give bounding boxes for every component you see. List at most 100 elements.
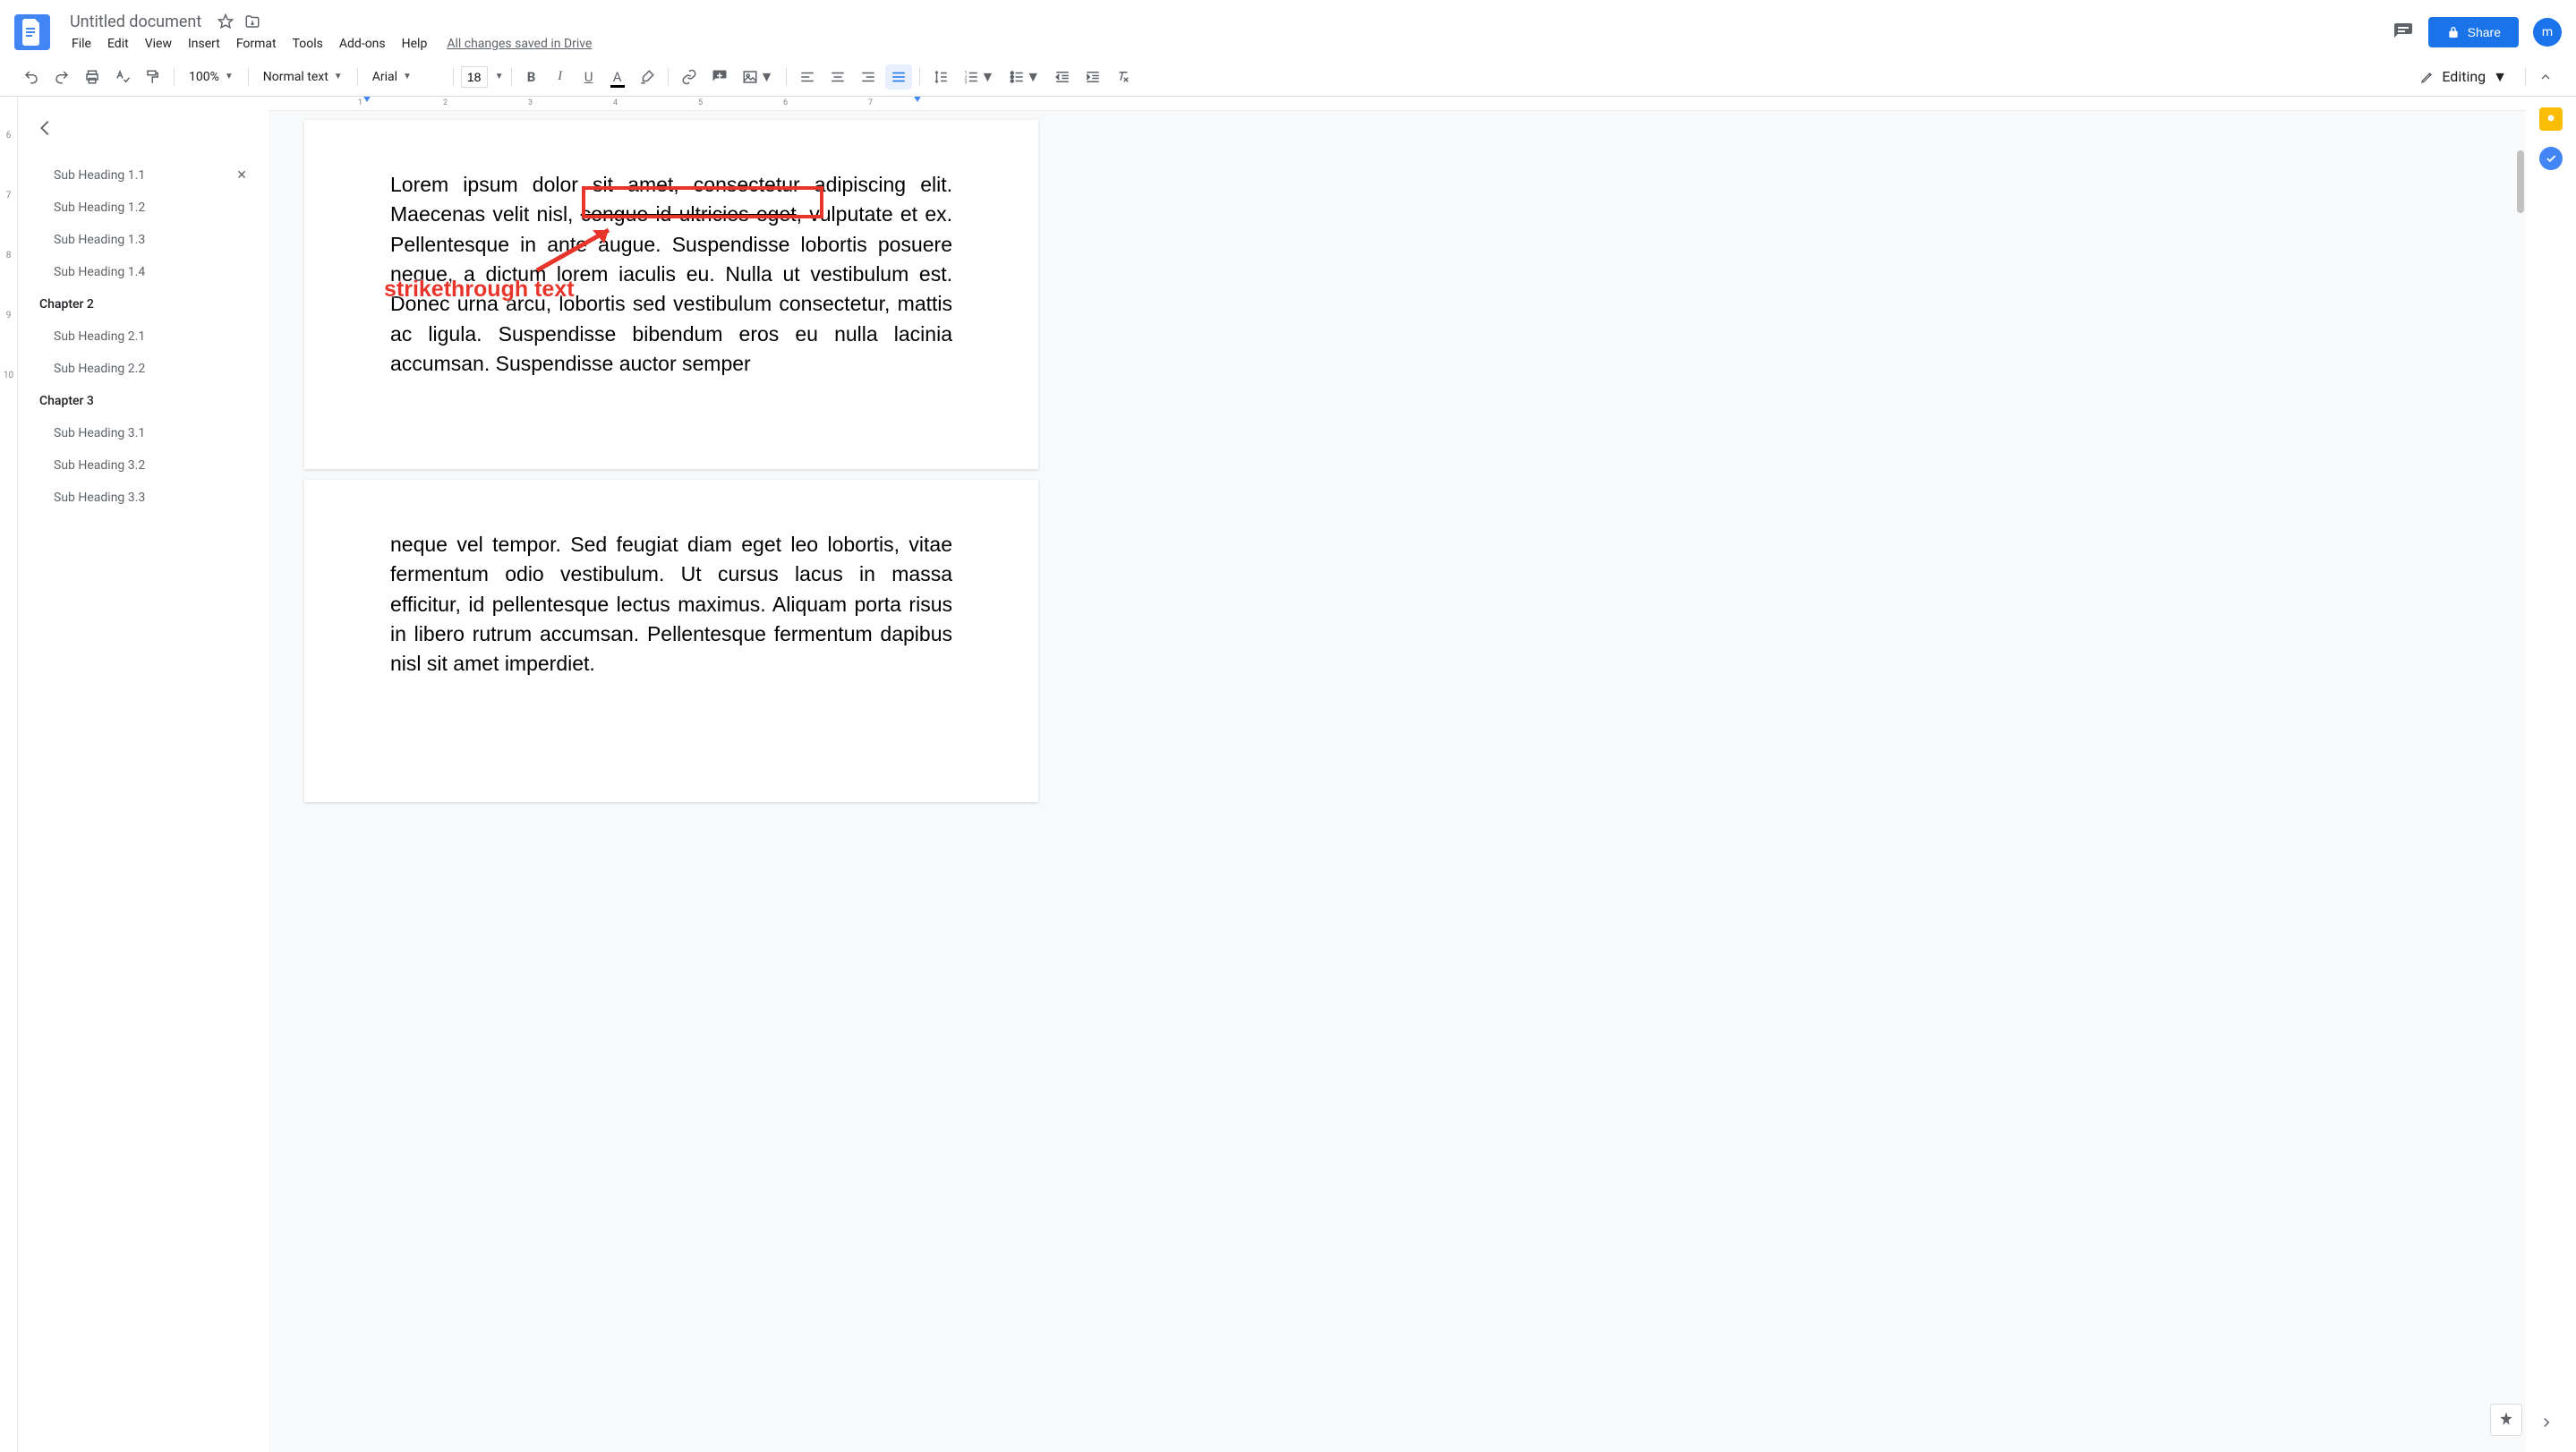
editing-mode-select[interactable]: Editing ▼ bbox=[2410, 63, 2518, 91]
line-spacing-icon[interactable] bbox=[927, 64, 954, 90]
page[interactable]: neque vel tempor. Sed feugiat diam eget … bbox=[304, 480, 1038, 802]
toolbar-separator bbox=[174, 68, 175, 86]
scrollbar-thumb[interactable] bbox=[2517, 150, 2524, 213]
editing-mode-label: Editing bbox=[2442, 68, 2486, 85]
menu-view[interactable]: View bbox=[138, 33, 179, 55]
menu-help[interactable]: Help bbox=[395, 33, 435, 55]
outline-item-label: Sub Heading 2.1 bbox=[54, 329, 145, 344]
outline-back-icon[interactable] bbox=[32, 115, 59, 141]
decrease-indent-icon[interactable] bbox=[1049, 64, 1076, 90]
image-icon[interactable]: ▼ bbox=[737, 64, 780, 90]
outline-chapter[interactable]: Chapter 2✕ bbox=[32, 288, 254, 320]
menu-bar: File Edit View Insert Format Tools Add-o… bbox=[64, 33, 2393, 55]
avatar[interactable]: m bbox=[2533, 18, 2562, 47]
outline-item-label: Chapter 3 bbox=[39, 394, 94, 408]
align-center-icon[interactable] bbox=[824, 64, 851, 90]
outline-item-label: Chapter 2 bbox=[39, 297, 94, 312]
pencil-icon bbox=[2420, 70, 2435, 84]
outline-subheading[interactable]: Sub Heading 1.4✕ bbox=[32, 256, 254, 288]
clear-formatting-icon[interactable] bbox=[1110, 64, 1137, 90]
comments-icon[interactable] bbox=[2393, 21, 2414, 43]
outline-item-label: Sub Heading 2.2 bbox=[54, 362, 145, 376]
menu-insert[interactable]: Insert bbox=[181, 33, 227, 55]
chevron-down-icon: ▼ bbox=[225, 72, 234, 81]
tasks-icon[interactable] bbox=[2539, 147, 2563, 170]
outline-item-label: Sub Heading 3.2 bbox=[54, 458, 145, 473]
toolbar-separator bbox=[511, 68, 512, 86]
rail-toggle-icon[interactable] bbox=[2533, 1409, 2560, 1436]
print-icon[interactable] bbox=[79, 64, 106, 90]
keep-icon[interactable] bbox=[2539, 107, 2563, 131]
lock-icon bbox=[2446, 25, 2461, 39]
align-justify-icon[interactable] bbox=[885, 64, 912, 90]
toolbar: 100%▼ Normal text▼ Arial▼ ▼ B I U A ▼ 12… bbox=[0, 57, 2576, 97]
bulleted-list-icon[interactable]: ▼ bbox=[1003, 64, 1045, 90]
star-icon[interactable] bbox=[218, 13, 234, 30]
outline-subheading[interactable]: Sub Heading 1.1✕ bbox=[32, 159, 254, 192]
spellcheck-icon[interactable] bbox=[109, 64, 136, 90]
header-right: Share m bbox=[2393, 17, 2562, 47]
paragraph[interactable]: neque vel tempor. Sed feugiat diam eget … bbox=[390, 530, 952, 679]
indent-right-marker[interactable] bbox=[913, 102, 922, 111]
outline-subheading[interactable]: Sub Heading 2.2✕ bbox=[32, 353, 254, 385]
toolbar-separator bbox=[919, 68, 920, 86]
paragraph[interactable]: Lorem ipsum dolor sit amet, consectetur … bbox=[390, 170, 952, 379]
menu-tools[interactable]: Tools bbox=[286, 33, 330, 55]
toolbar-separator bbox=[668, 68, 669, 86]
toolbar-separator bbox=[248, 68, 249, 86]
menu-addons[interactable]: Add-ons bbox=[332, 33, 393, 55]
outline-subheading[interactable]: Sub Heading 3.2✕ bbox=[32, 449, 254, 482]
increase-indent-icon[interactable] bbox=[1079, 64, 1106, 90]
chevron-down-icon: ▼ bbox=[980, 68, 994, 86]
outline-subheading[interactable]: Sub Heading 3.1✕ bbox=[32, 417, 254, 449]
page[interactable]: Lorem ipsum dolor sit amet, consectetur … bbox=[304, 120, 1038, 469]
document-title[interactable]: Untitled document bbox=[64, 11, 207, 33]
numbered-list-icon[interactable]: 123▼ bbox=[958, 64, 1000, 90]
link-icon[interactable] bbox=[676, 64, 703, 90]
font-select[interactable]: Arial▼ bbox=[365, 66, 446, 88]
zoom-select[interactable]: 100%▼ bbox=[182, 66, 241, 88]
align-right-icon[interactable] bbox=[855, 64, 882, 90]
toolbar-separator bbox=[357, 68, 358, 86]
paint-format-icon[interactable] bbox=[140, 64, 166, 90]
outline-panel: Sub Heading 1.1✕Sub Heading 1.2✕Sub Head… bbox=[18, 97, 269, 1452]
chevron-down-icon[interactable]: ▼ bbox=[495, 72, 504, 81]
outline-subheading[interactable]: Sub Heading 2.1✕ bbox=[32, 320, 254, 353]
docs-logo[interactable] bbox=[14, 14, 50, 50]
menu-edit[interactable]: Edit bbox=[100, 33, 136, 55]
close-icon[interactable]: ✕ bbox=[236, 168, 247, 183]
explore-button[interactable] bbox=[2490, 1404, 2522, 1436]
style-select[interactable]: Normal text▼ bbox=[256, 66, 350, 88]
text-color-icon[interactable]: A bbox=[605, 64, 630, 90]
toolbar-separator bbox=[453, 68, 454, 86]
strikethrough-span: congue id ultricies eget bbox=[581, 202, 797, 226]
comment-add-icon[interactable] bbox=[706, 64, 733, 90]
outline-chapter[interactable]: Chapter 3✕ bbox=[32, 385, 254, 417]
highlight-icon[interactable] bbox=[634, 64, 661, 90]
toolbar-separator bbox=[2525, 68, 2526, 86]
collapse-toolbar-icon[interactable] bbox=[2533, 64, 2558, 90]
toolbar-separator bbox=[786, 68, 787, 86]
bold-icon[interactable]: B bbox=[519, 64, 544, 90]
outline-item-label: Sub Heading 1.2 bbox=[54, 201, 145, 215]
font-size-input[interactable] bbox=[461, 66, 488, 88]
indent-left-marker[interactable] bbox=[363, 102, 371, 111]
chevron-down-icon: ▼ bbox=[1026, 68, 1040, 86]
chevron-down-icon: ▼ bbox=[334, 72, 343, 81]
horizontal-ruler[interactable]: 1 2 3 4 5 6 7 bbox=[269, 97, 2526, 111]
italic-icon[interactable]: I bbox=[548, 64, 573, 90]
menu-file[interactable]: File bbox=[64, 33, 98, 55]
right-rail bbox=[2526, 97, 2576, 1452]
outline-subheading[interactable]: Sub Heading 3.3✕ bbox=[32, 482, 254, 514]
outline-subheading[interactable]: Sub Heading 1.2✕ bbox=[32, 192, 254, 224]
undo-icon[interactable] bbox=[18, 64, 45, 90]
outline-subheading[interactable]: Sub Heading 1.3✕ bbox=[32, 224, 254, 256]
document-canvas[interactable]: 1 2 3 4 5 6 7 Lorem ipsum dolor sit amet… bbox=[269, 97, 2526, 1452]
share-button[interactable]: Share bbox=[2428, 17, 2519, 47]
underline-icon[interactable]: U bbox=[576, 64, 601, 90]
move-icon[interactable] bbox=[244, 13, 260, 30]
redo-icon[interactable] bbox=[48, 64, 75, 90]
menu-format[interactable]: Format bbox=[229, 33, 284, 55]
align-left-icon[interactable] bbox=[794, 64, 821, 90]
save-status[interactable]: All changes saved in Drive bbox=[447, 37, 592, 51]
